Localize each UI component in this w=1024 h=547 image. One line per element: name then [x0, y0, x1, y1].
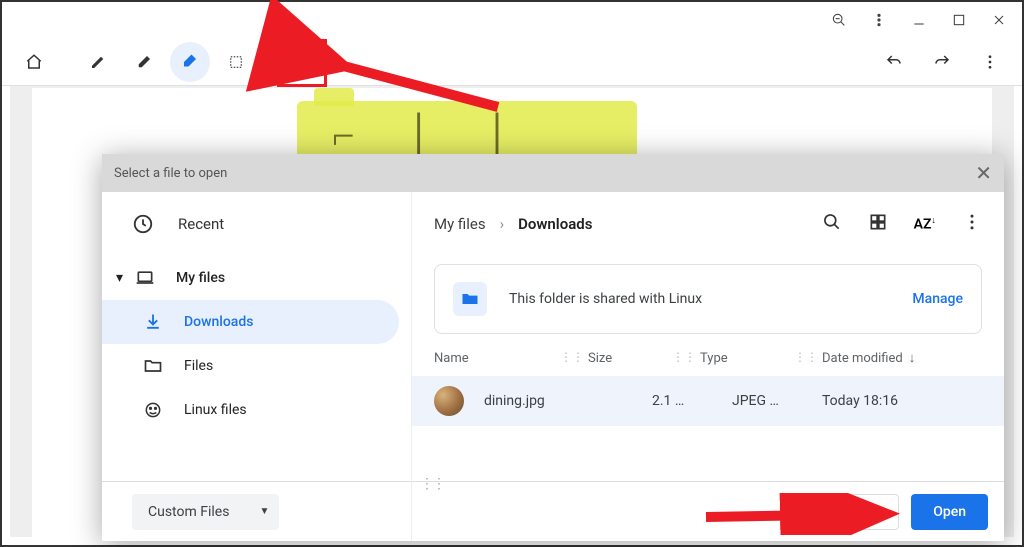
zoom-out-icon[interactable] [830, 11, 848, 29]
sidebar-item-linux[interactable]: Linux files [102, 388, 399, 432]
eraser-tool[interactable] [170, 42, 210, 82]
dropdown-label: Custom Files [148, 504, 229, 520]
breadcrumb: My files › Downloads [434, 215, 592, 233]
shared-folder-banner: This folder is shared with Linux Manage [434, 264, 982, 334]
close-window-icon[interactable] [990, 11, 1008, 29]
banner-text: This folder is shared with Linux [509, 291, 702, 307]
more-options-button[interactable] [962, 212, 982, 236]
sidebar-item-downloads[interactable]: Downloads [102, 300, 399, 344]
file-date: Today 18:16 [822, 393, 982, 409]
breadcrumb-item[interactable]: My files [434, 215, 486, 233]
open-button[interactable]: Open [911, 494, 988, 530]
tutorial-highlight-box [277, 39, 327, 87]
recent-label: Recent [178, 215, 224, 233]
select-tool[interactable] [216, 42, 256, 82]
col-size[interactable]: Size [588, 351, 612, 366]
col-date[interactable]: Date modified [822, 351, 903, 366]
sidebar-item-label: Linux files [184, 402, 247, 418]
kebab-menu-icon[interactable] [870, 11, 888, 29]
dialog-title: Select a file to open [114, 166, 227, 181]
laptop-icon [134, 268, 156, 288]
sidebar-item-files[interactable]: Files [102, 344, 399, 388]
col-type[interactable]: Type [700, 351, 728, 366]
tutorial-arrow-top [328, 52, 528, 156]
caret-down-icon: ▾ [116, 270, 128, 286]
file-type-dropdown[interactable]: Custom Files ▼ [132, 494, 279, 530]
reorder-grip-icon[interactable]: ⋮⋮ [420, 476, 444, 492]
linux-icon [142, 400, 164, 420]
manage-link[interactable]: Manage [912, 291, 963, 307]
sort-desc-icon: ↓ [909, 350, 916, 366]
chevron-right-icon: › [500, 215, 505, 233]
sidebar-recent[interactable]: Recent [102, 192, 411, 256]
redo-button[interactable] [922, 42, 962, 82]
col-name[interactable]: Name [434, 351, 469, 366]
file-open-dialog: Select a file to open ✕ Recent ▾ My file… [102, 154, 1004, 541]
sidebar-item-label: Downloads [184, 314, 253, 330]
maximize-icon[interactable] [950, 11, 968, 29]
more-menu-button[interactable] [970, 42, 1010, 82]
search-button[interactable] [822, 212, 842, 236]
file-row[interactable]: dining.jpg 2.1 … JPEG … Today 18:16 [412, 376, 1004, 426]
view-grid-button[interactable] [868, 212, 888, 236]
file-table-header: Name ⋮⋮ Size ⋮⋮ Type ⋮⋮ Date modified ↓ [412, 334, 1004, 376]
sidebar-item-label: Files [184, 358, 213, 374]
undo-button[interactable] [874, 42, 914, 82]
column-grip-icon[interactable]: ⋮⋮ [672, 350, 696, 366]
sort-button[interactable]: AZ↓ [914, 215, 936, 233]
column-grip-icon[interactable]: ⋮⋮ [794, 350, 818, 366]
folder-icon [142, 356, 164, 376]
close-dialog-button[interactable]: ✕ [975, 161, 992, 185]
file-size: 2.1 … [652, 393, 732, 409]
sidebar-my-files[interactable]: ▾ My files [102, 256, 399, 300]
sidebar-root-label: My files [176, 270, 225, 286]
column-grip-icon[interactable]: ⋮⋮ [560, 350, 584, 366]
minimize-icon[interactable] [910, 11, 928, 29]
pen-tool[interactable] [78, 42, 118, 82]
shared-folder-icon [453, 282, 487, 316]
home-button[interactable] [14, 42, 54, 82]
file-type: JPEG … [732, 393, 822, 409]
breadcrumb-item[interactable]: Downloads [518, 215, 592, 233]
file-thumbnail [434, 386, 464, 416]
file-name: dining.jpg [484, 393, 652, 409]
tutorial-arrow-bottom [702, 493, 912, 539]
caret-down-icon: ▼ [259, 506, 269, 517]
marker-tool[interactable] [124, 42, 164, 82]
download-icon [142, 312, 164, 332]
